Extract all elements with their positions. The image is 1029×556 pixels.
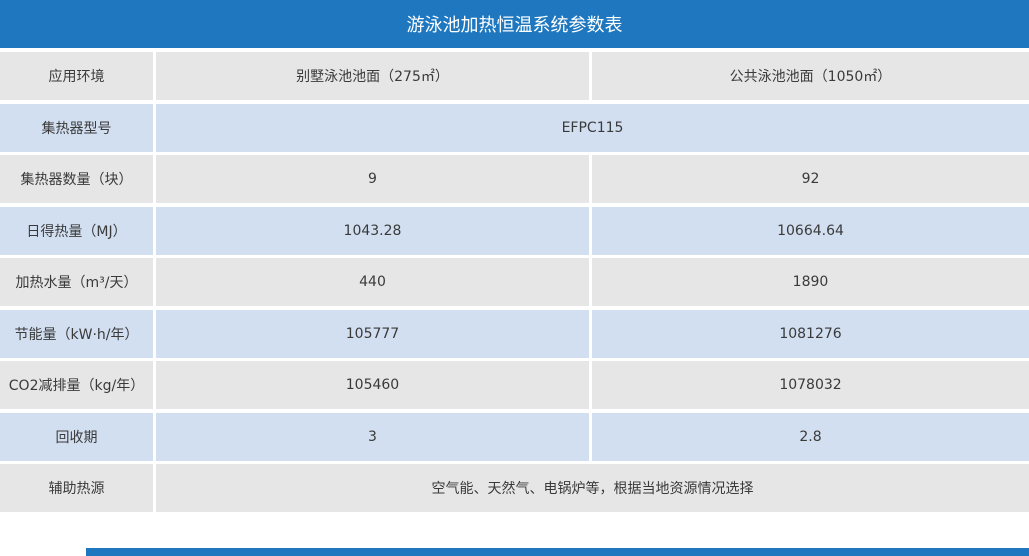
- table-row-energy-saving: 节能量（kW·h/年） 105777 1081276: [0, 309, 1029, 358]
- villa-pool-value: 别墅泳池池面（275㎡）: [156, 52, 589, 100]
- public-pool-value: 10664.64: [592, 206, 1029, 255]
- villa-pool-value: 9: [156, 155, 589, 203]
- table-row-heated-water: 加热水量（m³/天） 440 1890: [0, 258, 1029, 306]
- table-row-co2-reduction: CO2减排量（kg/年） 105460 1078032: [0, 361, 1029, 409]
- shared-value: 空气能、天然气、电锅炉等，根据当地资源情况选择: [156, 464, 1029, 512]
- parameter-table-page: 游泳池加热恒温系统参数表 应用环境 别墅泳池池面（275㎡） 公共泳池池面（10…: [0, 0, 1029, 556]
- table-row-daily-heat: 日得热量（MJ） 1043.28 10664.64: [0, 206, 1029, 255]
- table-row-payback: 回收期 3 2.8: [0, 412, 1029, 461]
- row-label: 集热器数量（块）: [0, 155, 153, 203]
- villa-pool-value: 440: [156, 258, 589, 306]
- table-row-collector-count: 集热器数量（块） 9 92: [0, 155, 1029, 203]
- public-pool-value: 92: [592, 155, 1029, 203]
- villa-pool-value: 105777: [156, 309, 589, 358]
- public-pool-value: 公共泳池池面（1050㎡）: [592, 52, 1029, 100]
- footer-accent-bar: [86, 548, 1029, 556]
- shared-value: EFPC115: [156, 103, 1029, 152]
- table-row-application: 应用环境 别墅泳池池面（275㎡） 公共泳池池面（1050㎡）: [0, 52, 1029, 100]
- table-row-collector-model: 集热器型号 EFPC115: [0, 103, 1029, 152]
- public-pool-value: 2.8: [592, 412, 1029, 461]
- row-label: CO2减排量（kg/年）: [0, 361, 153, 409]
- villa-pool-value: 3: [156, 412, 589, 461]
- public-pool-value: 1078032: [592, 361, 1029, 409]
- row-label: 应用环境: [0, 52, 153, 100]
- public-pool-value: 1890: [592, 258, 1029, 306]
- row-label: 回收期: [0, 412, 153, 461]
- row-label: 辅助热源: [0, 464, 153, 512]
- public-pool-value: 1081276: [592, 309, 1029, 358]
- table-row-auxiliary-heat: 辅助热源 空气能、天然气、电锅炉等，根据当地资源情况选择: [0, 464, 1029, 512]
- row-label: 节能量（kW·h/年）: [0, 309, 153, 358]
- row-label: 日得热量（MJ）: [0, 206, 153, 255]
- row-label: 集热器型号: [0, 103, 153, 152]
- villa-pool-value: 1043.28: [156, 206, 589, 255]
- villa-pool-value: 105460: [156, 361, 589, 409]
- row-label: 加热水量（m³/天）: [0, 258, 153, 306]
- table-title: 游泳池加热恒温系统参数表: [0, 0, 1029, 48]
- parameter-table: 应用环境 别墅泳池池面（275㎡） 公共泳池池面（1050㎡） 集热器型号 EF…: [0, 52, 1029, 516]
